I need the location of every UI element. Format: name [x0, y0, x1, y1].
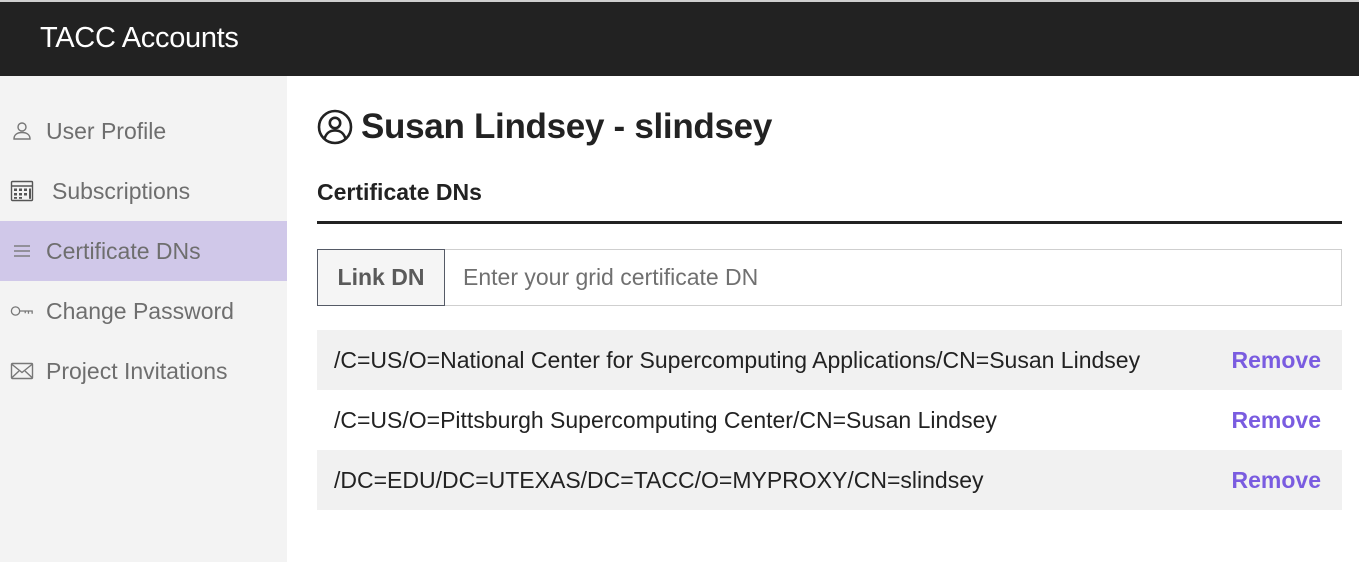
envelope-icon [10, 359, 34, 383]
user-circle-icon [317, 109, 353, 145]
dn-input[interactable] [445, 249, 1342, 306]
section-divider [317, 221, 1342, 224]
app-title[interactable]: TACC Accounts [40, 22, 239, 55]
sidebar-item-certificate-dns[interactable]: Certificate DNs [0, 221, 287, 281]
calculator-icon [10, 179, 34, 203]
dn-list: /C=US/O=National Center for Supercomputi… [317, 330, 1342, 510]
sidebar-item-label: User Profile [46, 117, 167, 144]
sidebar-item-label: Change Password [46, 297, 234, 324]
remove-dn-link[interactable]: Remove [1232, 347, 1321, 374]
link-dn-form: Link DN [317, 249, 1342, 306]
main-content: Susan Lindsey - slindsey Certificate DNs… [287, 76, 1359, 562]
sidebar-item-label: Subscriptions [52, 177, 191, 204]
sidebar-item-project-invitations[interactable]: Project Invitations [0, 341, 287, 401]
sidebar-item-label: Certificate DNs [46, 237, 201, 264]
remove-dn-link[interactable]: Remove [1232, 407, 1321, 434]
sidebar-item-change-password[interactable]: Change Password [0, 281, 287, 341]
sidebar: User Profile Subscriptions Certificate D… [0, 76, 287, 562]
list-icon [10, 239, 34, 263]
section-title: Certificate DNs [317, 179, 482, 205]
dn-text: /DC=EDU/DC=UTEXAS/DC=TACC/O=MYPROXY/CN=s… [334, 466, 984, 493]
dn-row: /C=US/O=Pittsburgh Supercomputing Center… [317, 390, 1342, 450]
sidebar-item-subscriptions[interactable]: Subscriptions [0, 161, 287, 221]
key-icon [10, 299, 34, 323]
dn-row: /C=US/O=National Center for Supercomputi… [317, 330, 1342, 390]
dn-row: /DC=EDU/DC=UTEXAS/DC=TACC/O=MYPROXY/CN=s… [317, 450, 1342, 510]
remove-dn-link[interactable]: Remove [1232, 467, 1321, 494]
link-dn-button[interactable]: Link DN [317, 249, 445, 306]
sidebar-item-label: Project Invitations [46, 357, 228, 384]
page-title: Susan Lindsey - slindsey [361, 107, 772, 146]
top-bar: TACC Accounts [0, 0, 1359, 76]
sidebar-item-user-profile[interactable]: User Profile [0, 101, 287, 161]
dn-text: /C=US/O=Pittsburgh Supercomputing Center… [334, 406, 997, 433]
page-heading: Susan Lindsey - slindsey [317, 107, 772, 147]
user-icon [10, 119, 34, 143]
dn-text: /C=US/O=National Center for Supercomputi… [334, 346, 1141, 373]
